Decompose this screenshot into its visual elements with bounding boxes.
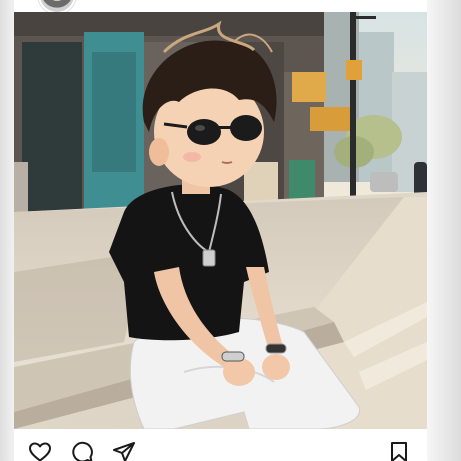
post-actions-bar <box>14 429 427 461</box>
post-image[interactable] <box>14 12 427 429</box>
comment-icon <box>72 441 93 461</box>
comment-button[interactable] <box>68 440 96 461</box>
like-button[interactable] <box>26 440 54 461</box>
post-card <box>14 0 427 461</box>
background-left <box>0 0 14 461</box>
heart-icon <box>29 442 51 461</box>
save-button[interactable] <box>385 440 413 461</box>
post-header <box>14 0 427 14</box>
send-icon <box>113 442 135 461</box>
share-button[interactable] <box>110 440 138 461</box>
background-right <box>427 0 461 461</box>
bookmark-icon <box>391 442 407 461</box>
